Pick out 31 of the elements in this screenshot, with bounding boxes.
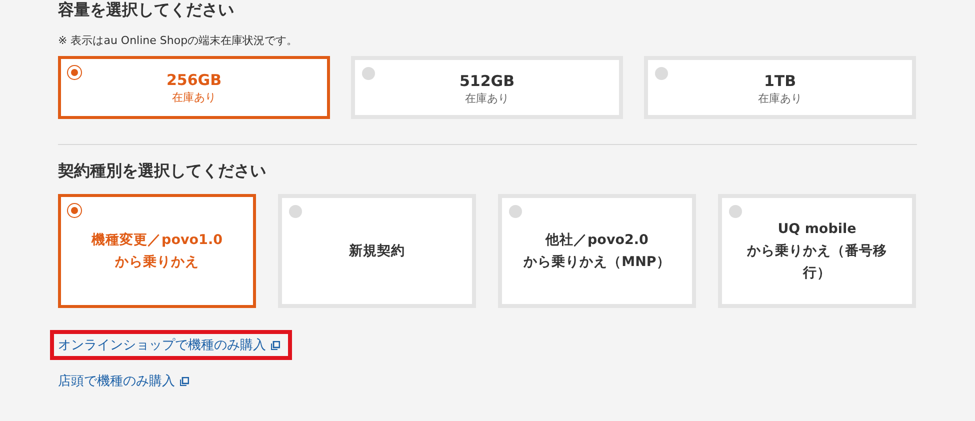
capacity-option[interactable]: 256GB 在庫あり: [58, 56, 330, 119]
purchase-link[interactable]: 店頭で機種のみ購入: [58, 372, 175, 390]
stock-status: 在庫あり: [758, 91, 802, 107]
radio-icon: [509, 205, 522, 218]
radio-icon: [68, 66, 81, 79]
capacity-label: 512GB: [459, 71, 515, 91]
external-link-icon: [180, 376, 189, 386]
stock-note: ※ 表示はau Online Shopの端末在庫状況です。: [58, 34, 299, 48]
external-link-icon: [271, 340, 280, 350]
contract-label: UQ mobile から乗りかえ（番号移 行）: [747, 220, 887, 283]
section-title: 契約種別を選択してください: [58, 161, 267, 182]
purchase-link[interactable]: オンラインショップで機種のみ購入: [58, 336, 266, 354]
radio-icon: [655, 67, 668, 80]
contract-label: 他社／povo2.0 から乗りかえ（MNP）: [524, 231, 670, 272]
contract-option[interactable]: 他社／povo2.0 から乗りかえ（MNP）: [498, 194, 696, 308]
section-title: 容量を選択してください: [58, 0, 235, 20]
capacity-option[interactable]: 512GB 在庫あり: [351, 56, 623, 119]
capacity-label: 256GB: [166, 70, 222, 90]
contract-option[interactable]: 機種変更／povo1.0 から乗りかえ: [58, 194, 256, 308]
contract-label: 新規契約: [349, 242, 405, 261]
stock-status: 在庫あり: [172, 90, 216, 106]
contract-label: 機種変更／povo1.0 から乗りかえ: [92, 231, 222, 272]
stock-status: 在庫あり: [465, 91, 509, 107]
radio-icon: [729, 205, 742, 218]
capacity-label: 1TB: [764, 71, 796, 91]
radio-icon: [68, 204, 81, 217]
capacity-option[interactable]: 1TB 在庫あり: [644, 56, 916, 119]
contract-option[interactable]: UQ mobile から乗りかえ（番号移 行）: [718, 194, 916, 308]
radio-icon: [362, 67, 375, 80]
radio-icon: [289, 205, 302, 218]
contract-option[interactable]: 新規契約: [278, 194, 476, 308]
